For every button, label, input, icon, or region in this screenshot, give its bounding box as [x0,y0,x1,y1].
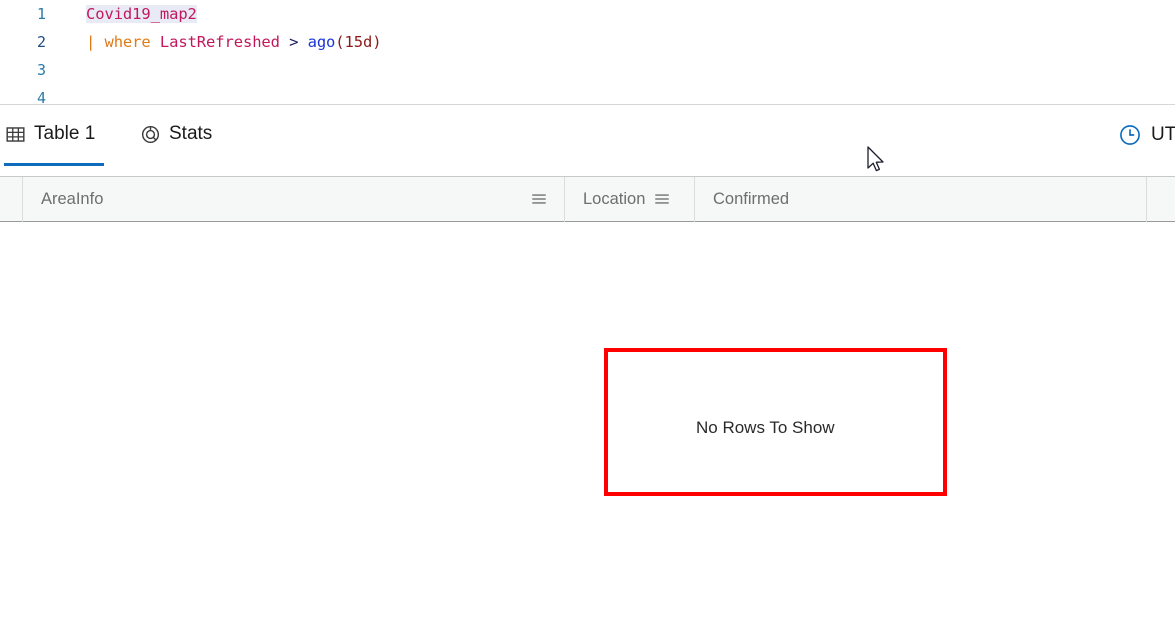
token-paren-open: ( [335,33,345,51]
tab-label: Stats [169,123,213,144]
grid-body: No Rows To Show [0,223,1175,626]
grid-column-header-row: AreaInfo Location Confirmed [0,176,1175,222]
column-header-location[interactable]: Location [564,176,694,222]
code-line[interactable]: 2 | where LastRefreshed > ago(15d) [0,28,1175,56]
token-column-lastrefreshed: LastRefreshed [159,33,280,51]
no-rows-overlay: No Rows To Show [0,223,1175,626]
tab-stats[interactable]: Stats [141,123,212,145]
code-line[interactable]: 4 [0,84,1175,105]
code-line[interactable]: 3 [0,56,1175,84]
column-header-label: AreaInfo [41,189,104,208]
line-number: 4 [36,89,46,105]
tab-label: Table 1 [34,123,96,144]
no-rows-message: No Rows To Show [696,418,835,437]
code-line[interactable]: 1 Covid19_map2 [0,0,1175,28]
line-number: 3 [36,61,46,79]
token-table-name: Covid19_map2 [86,5,197,23]
donut-chart-icon [141,125,160,144]
column-header-areainfo[interactable]: AreaInfo [22,176,564,222]
timezone-indicator[interactable]: UTC [1119,124,1175,146]
hamburger-menu-icon[interactable] [530,190,548,208]
tab-active-indicator [4,163,104,166]
token-literal-timespan: 15d [344,33,373,51]
timezone-label: UTC [1151,124,1175,145]
table-grid-icon [6,125,25,144]
clock-icon [1119,124,1141,146]
column-header-spacer [1146,176,1174,222]
query-editor[interactable]: 1 Covid19_map2 2 | where LastRefreshed >… [0,0,1175,105]
hamburger-menu-icon[interactable] [653,190,671,208]
token-function-ago: ago [307,33,336,51]
token-paren-close: ) [372,33,382,51]
code-line-content[interactable]: Covid19_map2 [86,0,197,28]
results-tab-bar: Table 1 Stats UTC [0,105,1175,177]
line-number: 2 [36,33,46,51]
column-header-confirmed[interactable]: Confirmed [694,176,1146,222]
column-header-label: Location [583,189,646,208]
column-header-label: Confirmed [713,189,790,208]
token-pipe: | [86,33,96,51]
tab-table-1[interactable]: Table 1 [6,123,95,145]
line-number: 1 [36,5,46,23]
token-operator-gt: > [289,33,299,51]
code-line-content[interactable]: | where LastRefreshed > ago(15d) [86,28,382,56]
token-keyword-where: where [104,33,151,51]
